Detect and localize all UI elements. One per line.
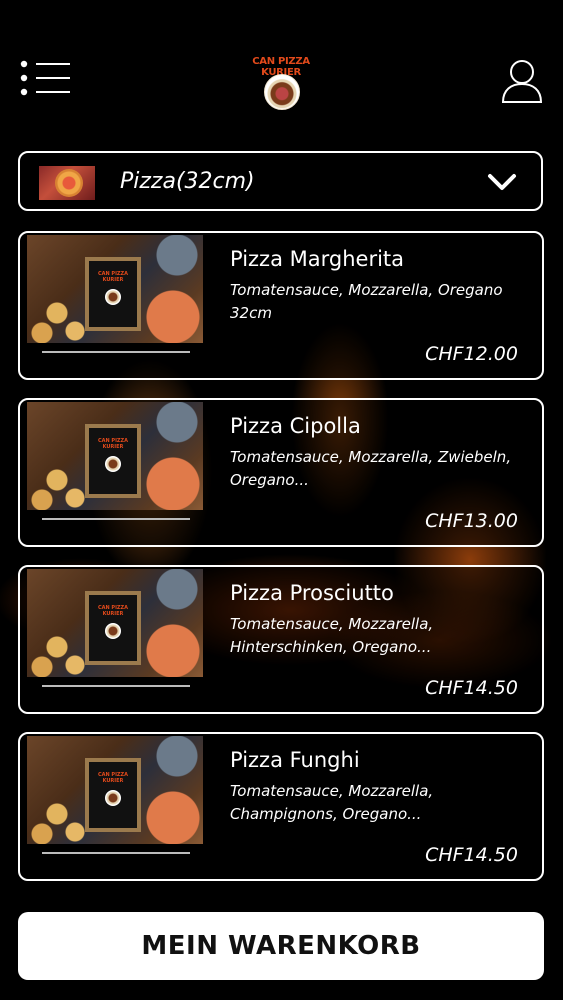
product-description: Tomatensauce, Mozzarella, Zwiebeln, Oreg… bbox=[230, 448, 512, 489]
product-card[interactable]: CAN PIZZA KURIER Pizza Funghi Tomatensau… bbox=[18, 732, 544, 881]
cart-button[interactable]: MEIN WARENKORB bbox=[18, 912, 544, 980]
user-profile-icon[interactable] bbox=[500, 58, 544, 104]
product-name: Pizza Cipolla bbox=[230, 414, 361, 438]
product-card[interactable]: CAN PIZZA KURIER Pizza Cipolla Tomatensa… bbox=[18, 398, 544, 547]
product-price: CHF12.00 bbox=[425, 343, 518, 365]
hamburger-menu-icon[interactable] bbox=[20, 60, 72, 96]
image-divider bbox=[42, 852, 190, 854]
app-header: CAN PIZZA KURIER bbox=[0, 0, 563, 130]
category-thumbnail bbox=[39, 166, 95, 200]
chevron-down-icon[interactable] bbox=[487, 171, 517, 193]
product-price: CHF14.50 bbox=[425, 844, 518, 866]
category-dropdown[interactable]: Pizza(32cm) bbox=[18, 151, 543, 211]
image-divider bbox=[42, 351, 190, 353]
product-image: CAN PIZZA KURIER bbox=[27, 235, 203, 343]
product-image: CAN PIZZA KURIER bbox=[27, 736, 203, 844]
product-price: CHF14.50 bbox=[425, 677, 518, 699]
category-label: Pizza(32cm) bbox=[120, 169, 255, 194]
product-description: Tomatensauce, Mozzarella, Oregano 32cm bbox=[230, 281, 503, 322]
product-price: CHF13.00 bbox=[425, 510, 518, 532]
image-divider bbox=[42, 685, 190, 687]
product-card[interactable]: CAN PIZZA KURIER Pizza Margherita Tomate… bbox=[18, 231, 544, 380]
logo-badge-icon bbox=[264, 74, 300, 110]
product-card[interactable]: CAN PIZZA KURIER Pizza Prosciutto Tomate… bbox=[18, 565, 544, 714]
product-image: CAN PIZZA KURIER bbox=[27, 569, 203, 677]
product-name: Pizza Margherita bbox=[230, 247, 405, 271]
app-logo: CAN PIZZA KURIER bbox=[231, 52, 331, 112]
product-description: Tomatensauce, Mozzarella, Hinterschinken… bbox=[230, 615, 434, 656]
product-name: Pizza Prosciutto bbox=[230, 581, 394, 605]
product-name: Pizza Funghi bbox=[230, 748, 360, 772]
cart-button-label: MEIN WARENKORB bbox=[141, 931, 421, 961]
product-description: Tomatensauce, Mozzarella, Champignons, O… bbox=[230, 782, 434, 823]
product-image: CAN PIZZA KURIER bbox=[27, 402, 203, 510]
image-divider bbox=[42, 518, 190, 520]
